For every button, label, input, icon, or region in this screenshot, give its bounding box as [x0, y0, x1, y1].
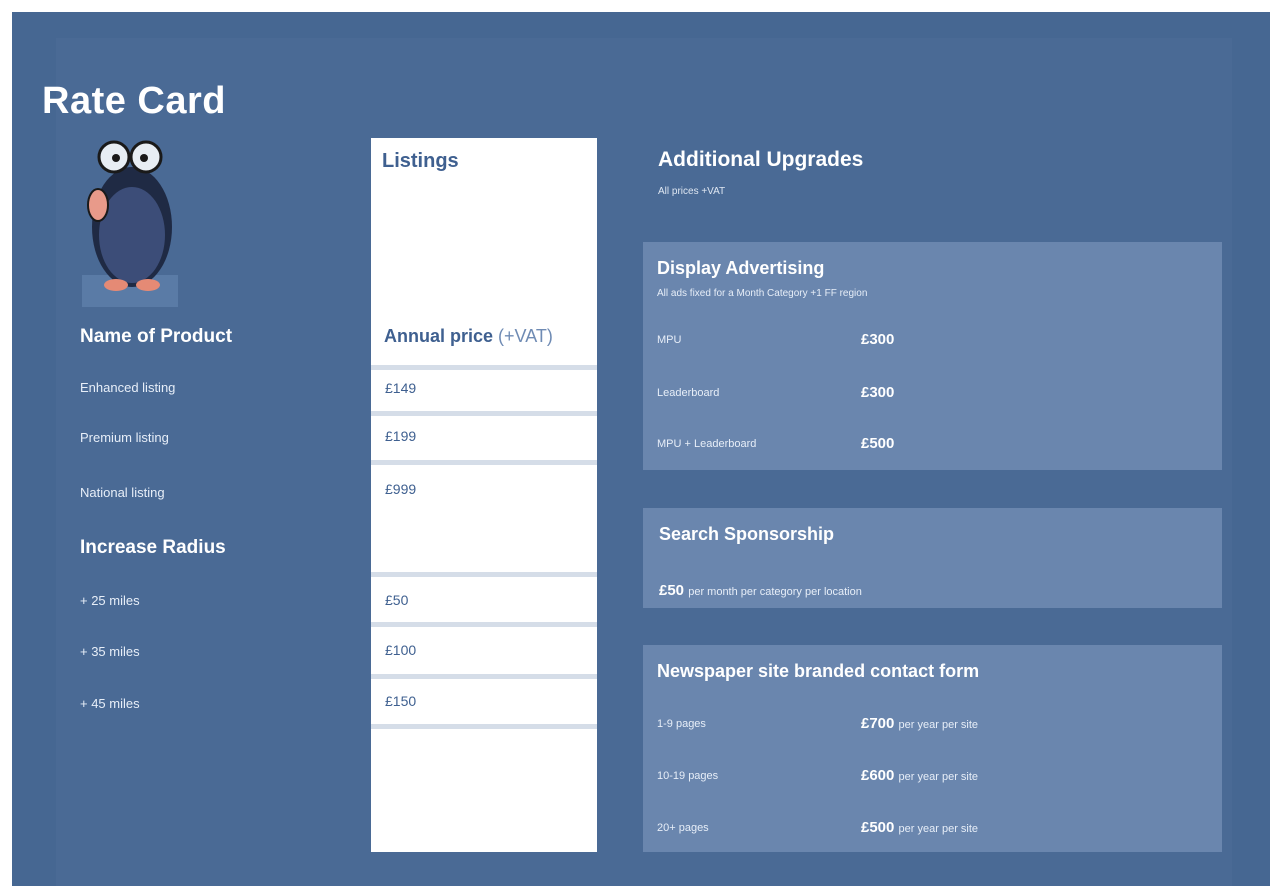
price-radius-25: £50 — [385, 592, 409, 608]
row-divider — [371, 411, 597, 416]
contact-form-label: 1-9 pages — [657, 718, 706, 730]
display-ad-price: £300 — [861, 384, 895, 401]
penguin-mascot-icon — [87, 140, 172, 291]
product-item: National listing — [80, 485, 165, 500]
contact-form-label: 20+ pages — [657, 822, 709, 834]
contact-form-price-line: £600 per year per site — [861, 767, 978, 784]
price-radius-45: £150 — [385, 693, 417, 709]
radius-item: + 35 miles — [80, 644, 140, 659]
sponsorship-price: £50 — [659, 582, 685, 599]
row-divider — [371, 724, 597, 729]
contact-form-label: 10-19 pages — [657, 770, 719, 782]
display-ads-subheading: All ads fixed for a Month Category +1 FF… — [657, 288, 868, 299]
contact-form-price-line: £500 per year per site — [861, 819, 978, 836]
product-item: Enhanced listing — [80, 380, 176, 395]
price-premium: £199 — [385, 428, 417, 444]
contact-form-price: £700 — [861, 715, 895, 732]
listings-heading: Listings — [382, 150, 459, 172]
display-ad-label: Leaderboard — [657, 387, 720, 399]
annual-price-label: Annual price — [384, 326, 494, 346]
radius-item: + 25 miles — [80, 593, 140, 608]
row-divider — [371, 674, 597, 679]
row-divider — [371, 460, 597, 465]
annual-price-heading: Annual price (+VAT) — [384, 326, 553, 347]
sponsorship-heading: Search Sponsorship — [659, 524, 835, 544]
listings-column: Listings Annual price (+VAT) £149 £199 £… — [371, 138, 597, 852]
product-item: Premium listing — [80, 430, 169, 445]
contact-form-heading: Newspaper site branded contact form — [657, 661, 980, 681]
sponsorship-suffix: per month per category per location — [688, 586, 862, 598]
display-ads-heading: Display Advertising — [657, 258, 825, 278]
contact-form-price-line: £700 per year per site — [861, 715, 978, 732]
contact-form-suffix: per year per site — [898, 823, 979, 835]
upgrades-subheading: All prices +VAT — [658, 186, 726, 197]
contact-form-price: £500 — [861, 819, 895, 836]
row-divider — [371, 572, 597, 577]
price-radius-35: £100 — [385, 642, 417, 658]
contact-form-suffix: per year per site — [898, 719, 979, 731]
upgrades-heading: Additional Upgrades — [658, 148, 864, 171]
sponsorship-price-line: £50 per month per category per location — [659, 582, 862, 599]
search-sponsorship-panel: Search Sponsorship £50 per month per cat… — [643, 508, 1222, 608]
contact-form-panel: Newspaper site branded contact form 1-9 … — [643, 645, 1222, 852]
display-ad-label: MPU — [657, 334, 682, 346]
price-national: £999 — [385, 481, 417, 497]
annual-price-vat: (+VAT) — [498, 326, 553, 346]
row-divider — [371, 365, 597, 370]
display-ad-label: MPU + Leaderboard — [657, 438, 757, 450]
display-ad-price: £500 — [861, 435, 895, 452]
row-divider — [371, 622, 597, 627]
radius-heading: Increase Radius — [80, 537, 226, 558]
contact-form-suffix: per year per site — [898, 771, 979, 783]
price-enhanced: £149 — [385, 380, 417, 396]
display-ad-price: £300 — [861, 331, 895, 348]
page-title: Rate Card — [42, 80, 226, 122]
radius-item: + 45 miles — [80, 696, 140, 711]
contact-form-price: £600 — [861, 767, 895, 784]
products-heading: Name of Product — [80, 326, 233, 347]
display-advertising-panel: Display Advertising All ads fixed for a … — [643, 242, 1222, 470]
